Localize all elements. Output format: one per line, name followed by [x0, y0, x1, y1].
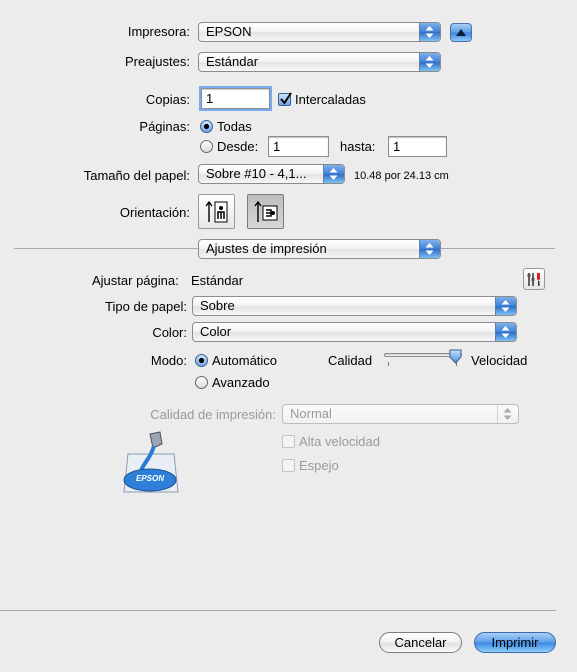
high-speed-label: Alta velocidad [299, 434, 380, 449]
mirror-label: Espejo [299, 458, 339, 473]
orientation-label: Orientación: [119, 205, 190, 220]
high-speed-checkbox[interactable] [282, 435, 295, 448]
mode-advanced-label: Avanzado [212, 375, 270, 390]
presets-label: Preajustes: [124, 54, 190, 69]
color-label: Color: [152, 325, 187, 340]
settings-tools-button[interactable] [523, 268, 545, 290]
presets-popup[interactable]: Estándar [198, 52, 441, 72]
presets-value: Estándar [206, 54, 259, 69]
landscape-icon [254, 200, 278, 222]
popup-arrows-icon [495, 323, 516, 341]
portrait-icon [205, 200, 228, 223]
paper-type-value: Sobre [200, 298, 235, 313]
mode-label: Modo: [150, 353, 187, 368]
popup-arrows-icon [497, 405, 518, 423]
print-quality-value: Normal [290, 406, 332, 421]
triangle-up-icon [456, 29, 466, 36]
bottom-separator [0, 610, 556, 611]
epson-ink-logo: EPSON [120, 430, 182, 496]
popup-arrows-icon [419, 23, 440, 41]
pages-from-field[interactable]: 1 [268, 136, 329, 157]
popup-arrows-icon [419, 53, 440, 71]
paper-dimensions: 10.48 por 24.13 cm [354, 170, 449, 182]
epson-logo-text: EPSON [135, 474, 164, 483]
color-value: Color [200, 324, 232, 339]
pages-all-radio[interactable] [200, 120, 213, 133]
separator-left [14, 248, 198, 249]
pages-label: Páginas: [139, 119, 190, 134]
speed-label: Velocidad [471, 353, 528, 368]
copies-label: Copias: [145, 92, 190, 107]
slider-tick [388, 362, 389, 366]
print-quality-popup[interactable]: Normal [282, 404, 519, 424]
paper-size-popup[interactable]: Sobre #10 - 4,1... [198, 164, 345, 184]
popup-arrows-icon [419, 240, 440, 258]
popup-arrows-icon [495, 297, 516, 315]
paper-type-label: Tipo de papel: [105, 299, 187, 314]
cancel-button[interactable]: Cancelar [379, 632, 462, 653]
fit-page-label: Ajustar página: [92, 273, 179, 288]
pages-from-label: Desde: [217, 139, 259, 154]
tools-icon [527, 273, 540, 286]
pages-from-radio[interactable] [200, 140, 213, 153]
mode-automatic-label: Automático [212, 353, 278, 368]
printer-value: EPSON [206, 24, 252, 39]
paper-size-value: Sobre #10 - 4,1... [206, 166, 307, 181]
pages-all-label: Todas [217, 119, 252, 134]
paper-type-popup[interactable]: Sobre [192, 296, 517, 316]
printer-label: Impresora: [127, 24, 190, 39]
checkmark-icon [280, 92, 292, 105]
print-button[interactable]: Imprimir [474, 632, 556, 653]
color-popup[interactable]: Color [192, 322, 517, 342]
disclosure-button[interactable] [450, 23, 472, 42]
quality-label: Calidad [328, 353, 373, 368]
pages-to-label: hasta: [340, 139, 376, 154]
orientation-portrait-button[interactable] [198, 194, 235, 229]
panel-popup[interactable]: Ajustes de impresión [198, 239, 441, 259]
paper-size-label: Tamaño del papel: [83, 168, 190, 183]
panel-value: Ajustes de impresión [206, 241, 327, 256]
mode-automatic-radio[interactable] [195, 354, 208, 367]
popup-arrows-icon [323, 165, 344, 183]
printer-popup[interactable]: EPSON [198, 22, 441, 42]
print-quality-label: Calidad de impresión: [150, 407, 276, 422]
slider-knob[interactable] [449, 349, 462, 364]
orientation-landscape-button[interactable] [247, 194, 284, 229]
copies-field[interactable]: 1 [201, 88, 270, 109]
mirror-checkbox[interactable] [282, 459, 295, 472]
pages-to-field[interactable]: 1 [388, 136, 447, 157]
collate-label: Intercaladas [295, 92, 366, 107]
fit-page-value: Estándar [191, 273, 244, 288]
separator-right [441, 248, 555, 249]
collate-checkbox[interactable] [278, 92, 292, 106]
mode-advanced-radio[interactable] [195, 376, 208, 389]
